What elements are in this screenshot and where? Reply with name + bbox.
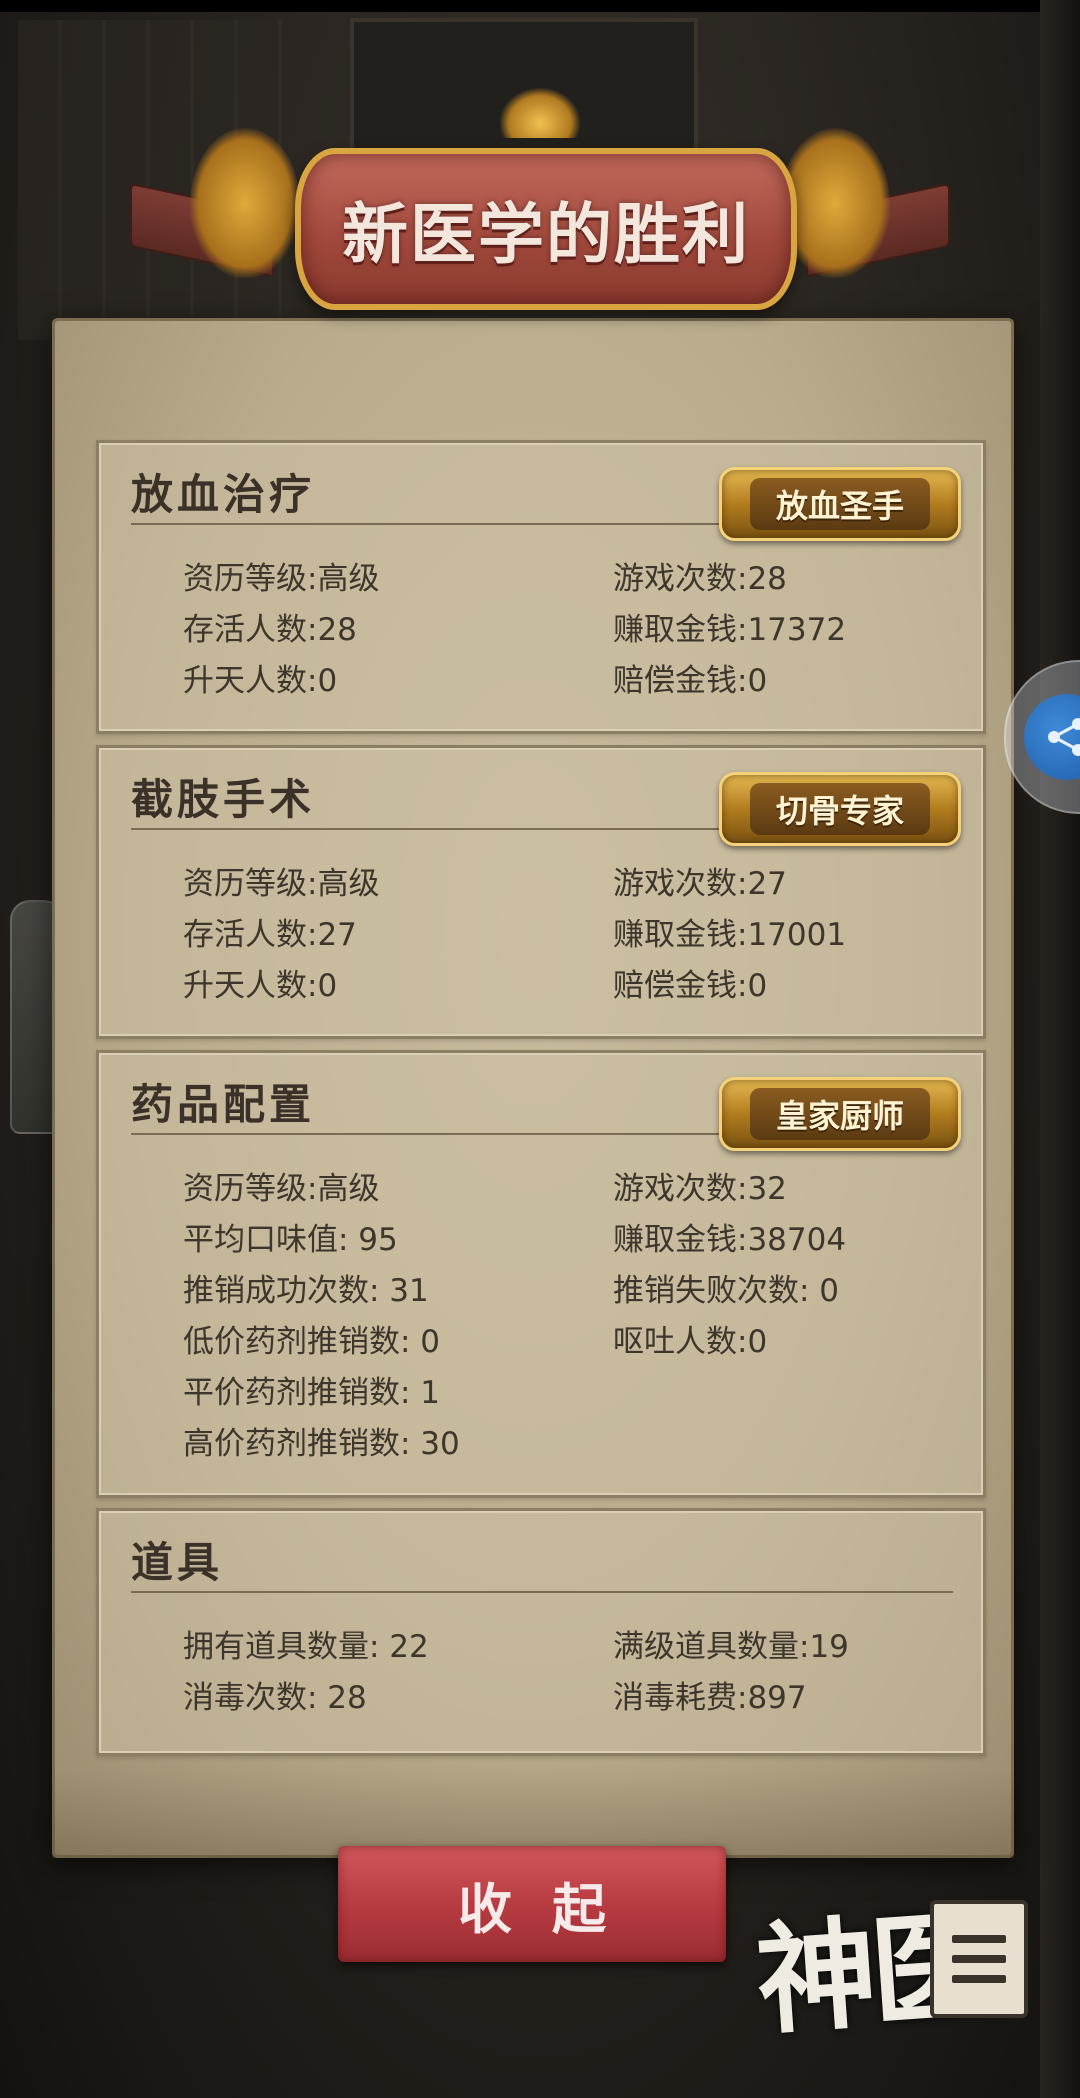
stat-label: 升天人数:0 (183, 968, 338, 1004)
stat-label: 消毒次数: 28 (183, 1680, 367, 1716)
section-title: 放血治疗 (131, 470, 316, 519)
status-bar (0, 0, 1080, 12)
stat-label: 存活人数:28 (183, 612, 357, 648)
achievement-badge[interactable]: 皇家厨师 (719, 1077, 961, 1151)
badge-label: 切骨专家 (775, 792, 904, 830)
share-icon-glyph (1048, 718, 1080, 756)
section-title: 道具 (131, 1538, 224, 1587)
stat-label: 平价药剂推销数: 1 (183, 1375, 441, 1411)
stat-label: 赔偿金钱:0 (613, 968, 768, 1004)
stat-label: 赔偿金钱:0 (613, 663, 768, 699)
stat-label: 存活人数:27 (183, 917, 357, 953)
collapse-button[interactable]: 收起 (338, 1846, 726, 1962)
stat-label: 升天人数:0 (183, 663, 338, 699)
badge-label: 皇家厨师 (775, 1097, 904, 1135)
crown-crest-icon (500, 88, 580, 138)
section-title: 截肢手术 (131, 775, 316, 824)
stat-label: 呕吐人数:0 (613, 1324, 768, 1360)
achievement-badge[interactable]: 放血圣手 (719, 467, 961, 541)
menu-line (952, 1935, 1006, 1943)
stat-label: 赚取金钱:17001 (613, 917, 847, 953)
section-items: 道具 拥有道具数量: 22 满级道具数量:19 消毒次数: 28 消毒耗费:89… (96, 1508, 986, 1756)
collapse-button-label: 收起 (458, 1877, 646, 1941)
section-header: 道具 (131, 1529, 953, 1593)
section-bloodletting: 放血治疗 放血圣手 资历等级:高级 游戏次数:28 存活人数:28 赚取金钱:1… (96, 440, 986, 734)
section-amputation: 截肢手术 切骨专家 资历等级:高级 游戏次数:27 存活人数:27 赚取金钱:1… (96, 745, 986, 1039)
page-title: 新医学的胜利 (342, 195, 750, 273)
menu-line (952, 1975, 1006, 1983)
share-icon (1024, 694, 1080, 780)
banner-plate: 新医学的胜利 (295, 148, 797, 310)
stat-label: 低价药剂推销数: 0 (183, 1324, 441, 1360)
laurel-left-icon (190, 128, 300, 278)
stat-label: 消毒耗费:897 (613, 1680, 807, 1716)
stat-label: 资历等级:高级 (183, 561, 380, 597)
section-header: 截肢手术 切骨专家 (131, 766, 961, 846)
stat-label: 资历等级:高级 (183, 866, 380, 902)
section-header: 药品配置 皇家厨师 (131, 1071, 961, 1151)
stat-label: 推销失败次数: 0 (613, 1273, 840, 1309)
title-banner: 新医学的胜利 (130, 88, 950, 348)
stat-label: 拥有道具数量: 22 (183, 1629, 429, 1665)
badge-plate: 切骨专家 (750, 783, 930, 835)
badge-label: 放血圣手 (775, 487, 904, 525)
list-menu-icon[interactable] (930, 1900, 1028, 2018)
section-medicine: 药品配置 皇家厨师 资历等级:高级 游戏次数:32 平均口味值: 95 赚取金钱… (96, 1050, 986, 1498)
badge-plate: 放血圣手 (750, 478, 930, 530)
stat-label: 游戏次数:32 (613, 1171, 787, 1207)
stat-label: 赚取金钱:17372 (613, 612, 847, 648)
side-shadow (1040, 0, 1080, 2098)
section-header: 放血治疗 放血圣手 (131, 461, 961, 541)
stat-label: 平均口味值: 95 (183, 1222, 398, 1258)
badge-plate: 皇家厨师 (750, 1088, 930, 1140)
stat-label: 满级道具数量:19 (613, 1629, 849, 1665)
section-title: 药品配置 (131, 1080, 316, 1129)
stat-label: 推销成功次数: 31 (183, 1273, 429, 1309)
stat-label: 资历等级:高级 (183, 1171, 380, 1207)
stat-label: 赚取金钱:38704 (613, 1222, 847, 1258)
stat-label: 游戏次数:27 (613, 866, 787, 902)
menu-line (952, 1955, 1006, 1963)
stat-label: 游戏次数:28 (613, 561, 787, 597)
achievement-badge[interactable]: 切骨专家 (719, 772, 961, 846)
stat-label: 高价药剂推销数: 30 (183, 1426, 460, 1462)
